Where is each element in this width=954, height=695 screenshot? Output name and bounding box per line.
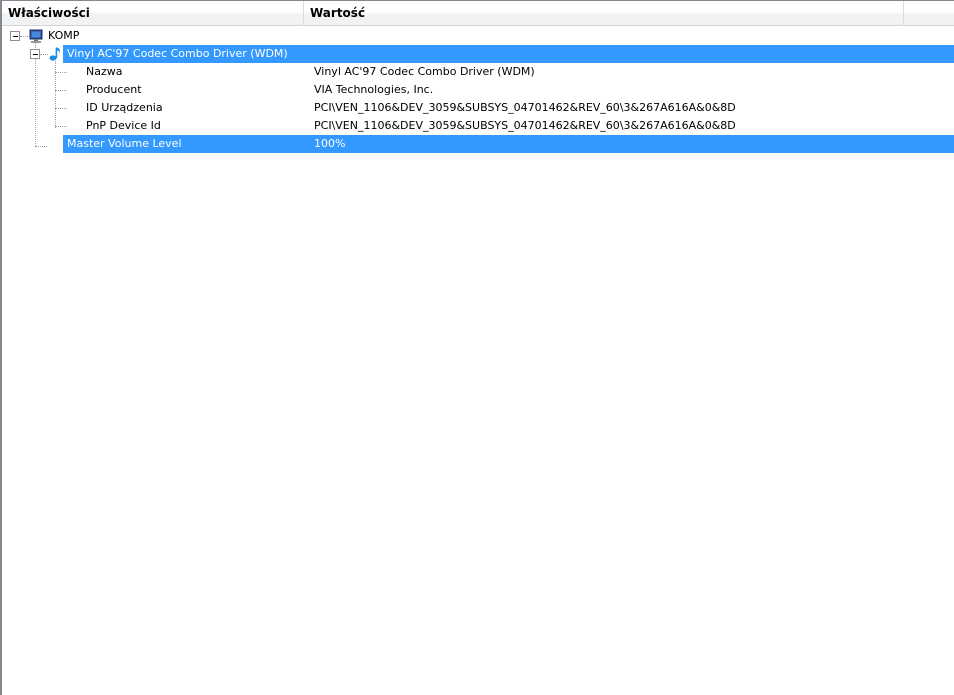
master-volume-value: 100% — [314, 137, 346, 150]
column-header-filler — [904, 1, 954, 25]
property-name: PnP Device Id — [86, 119, 161, 132]
collapse-toggle-root[interactable] — [10, 31, 20, 41]
tree-node-device-label: Vinyl AC'97 Codec Combo Driver (WDM) — [67, 47, 288, 60]
column-header-value[interactable]: Wartość — [304, 1, 904, 25]
music-note-icon — [49, 47, 61, 61]
selection-highlight — [63, 135, 954, 153]
property-value: VIA Technologies, Inc. — [314, 83, 434, 96]
tree-node-root-label: KOMP — [48, 29, 80, 42]
property-value: PCI\VEN_1106&DEV_3059&SUBSYS_04701462&RE… — [314, 119, 736, 132]
computer-icon — [29, 29, 43, 43]
property-name: Producent — [86, 83, 142, 96]
tree-node-root[interactable]: KOMP — [2, 27, 954, 45]
properties-tree-view[interactable]: Właściwości Wartość KOMP Vinyl AC'97 Cod… — [0, 0, 954, 695]
property-name: Nazwa — [86, 65, 123, 78]
column-header-bar: Właściwości Wartość — [2, 1, 954, 26]
property-row[interactable]: Nazwa Vinyl AC'97 Codec Combo Driver (WD… — [2, 63, 954, 81]
tree-node-device[interactable]: Vinyl AC'97 Codec Combo Driver (WDM) — [2, 45, 954, 63]
property-name: ID Urządzenia — [86, 101, 163, 114]
property-row[interactable]: ID Urządzenia PCI\VEN_1106&DEV_3059&SUBS… — [2, 99, 954, 117]
property-row[interactable]: PnP Device Id PCI\VEN_1106&DEV_3059&SUBS… — [2, 117, 954, 135]
property-value: PCI\VEN_1106&DEV_3059&SUBSYS_04701462&RE… — [314, 101, 736, 114]
column-header-properties[interactable]: Właściwości — [2, 1, 304, 25]
tree-node-master-volume[interactable]: Master Volume Level 100% — [2, 135, 954, 153]
master-volume-label: Master Volume Level — [67, 137, 182, 150]
property-row[interactable]: Producent VIA Technologies, Inc. — [2, 81, 954, 99]
property-value: Vinyl AC'97 Codec Combo Driver (WDM) — [314, 65, 535, 78]
collapse-toggle-device[interactable] — [30, 49, 40, 59]
